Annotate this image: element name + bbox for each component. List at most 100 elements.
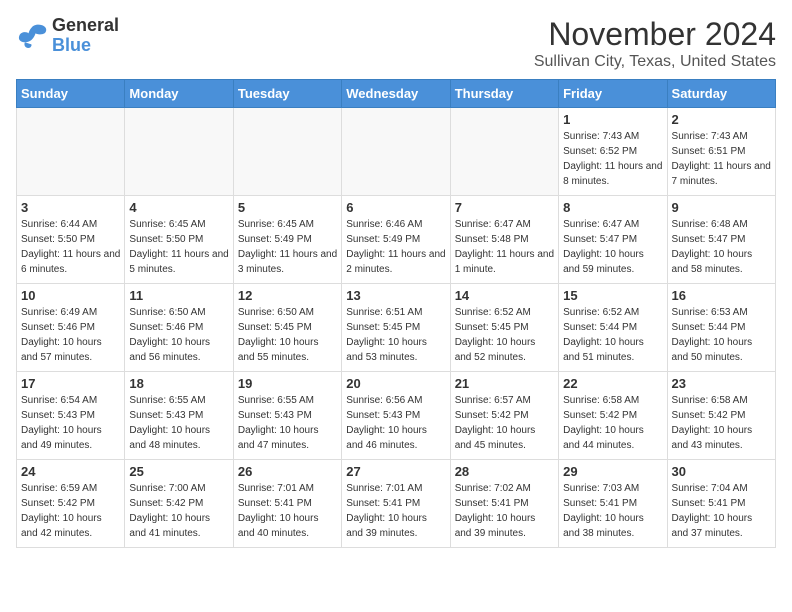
day-number: 18 (129, 376, 228, 391)
calendar-cell: 2Sunrise: 7:43 AMSunset: 6:51 PMDaylight… (667, 108, 775, 196)
calendar-cell (125, 108, 233, 196)
day-number: 1 (563, 112, 662, 127)
day-info: Sunrise: 6:46 AMSunset: 5:49 PMDaylight:… (346, 217, 445, 277)
day-info: Sunrise: 6:55 AMSunset: 5:43 PMDaylight:… (129, 393, 228, 453)
day-number: 12 (238, 288, 337, 303)
day-info: Sunrise: 6:58 AMSunset: 5:42 PMDaylight:… (563, 393, 662, 453)
day-header-sunday: Sunday (17, 80, 125, 108)
day-info: Sunrise: 6:47 AMSunset: 5:48 PMDaylight:… (455, 217, 554, 277)
location-title: Sullivan City, Texas, United States (534, 53, 776, 71)
calendar-cell: 22 Sunrise: 6:58 AMSunset: 5:42 PMDayligh… (559, 372, 667, 460)
day-number: 29 (563, 464, 662, 479)
calendar-cell: 8Sunrise: 6:47 AMSunset: 5:47 PMDaylight… (559, 196, 667, 284)
day-number: 7 (455, 200, 554, 215)
calendar-cell: 30Sunrise: 7:04 AMSunset: 5:41 PMDayligh… (667, 460, 775, 548)
day-number: 25 (129, 464, 228, 479)
calendar-cell: 3 Sunrise: 6:44 AMSunset: 5:50 PMDaylight… (17, 196, 125, 284)
day-number: 21 (455, 376, 554, 391)
day-info: Sunrise: 6:52 AMSunset: 5:44 PMDaylight:… (563, 305, 662, 365)
day-info: Sunrise: 6:50 AMSunset: 5:46 PMDaylight:… (129, 305, 228, 365)
day-info: Sunrise: 6:49 AMSunset: 5:46 PMDaylight:… (21, 305, 120, 365)
day-number: 26 (238, 464, 337, 479)
calendar-cell: 1 Sunrise: 7:43 AMSunset: 6:52 PMDaylight… (559, 108, 667, 196)
header: General Blue November 2024 Sullivan City… (16, 16, 776, 71)
calendar-table: SundayMondayTuesdayWednesdayThursdayFrid… (16, 79, 776, 548)
calendar-cell: 5Sunrise: 6:45 AMSunset: 5:49 PMDaylight… (233, 196, 341, 284)
calendar-cell: 11 Sunrise: 6:50 AMSunset: 5:46 PMDayligh… (125, 284, 233, 372)
day-number: 13 (346, 288, 445, 303)
day-info: Sunrise: 6:56 AMSunset: 5:43 PMDaylight:… (346, 393, 445, 453)
day-info: Sunrise: 6:51 AMSunset: 5:45 PMDaylight:… (346, 305, 445, 365)
day-number: 15 (563, 288, 662, 303)
title-block: November 2024 Sullivan City, Texas, Unit… (534, 16, 776, 71)
calendar-cell: 24Sunrise: 6:59 AMSunset: 5:42 PMDayligh… (17, 460, 125, 548)
day-number: 30 (672, 464, 771, 479)
calendar-week-2: 3 Sunrise: 6:44 AMSunset: 5:50 PMDaylight… (17, 196, 776, 284)
month-title: November 2024 (534, 16, 776, 53)
calendar-cell: 13 Sunrise: 6:51 AMSunset: 5:45 PMDayligh… (342, 284, 450, 372)
calendar-cell: 27 Sunrise: 7:01 AMSunset: 5:41 PMDayligh… (342, 460, 450, 548)
calendar-cell: 6 Sunrise: 6:46 AMSunset: 5:49 PMDaylight… (342, 196, 450, 284)
day-number: 4 (129, 200, 228, 215)
day-number: 5 (238, 200, 337, 215)
day-info: Sunrise: 7:01 AMSunset: 5:41 PMDaylight:… (346, 481, 445, 541)
day-number: 14 (455, 288, 554, 303)
day-number: 20 (346, 376, 445, 391)
calendar-cell: 29 Sunrise: 7:03 AMSunset: 5:41 PMDayligh… (559, 460, 667, 548)
day-number: 11 (129, 288, 228, 303)
day-header-tuesday: Tuesday (233, 80, 341, 108)
calendar-cell: 18 Sunrise: 6:55 AMSunset: 5:43 PMDayligh… (125, 372, 233, 460)
day-number: 19 (238, 376, 337, 391)
day-info: Sunrise: 6:59 AMSunset: 5:42 PMDaylight:… (21, 481, 120, 541)
day-number: 2 (672, 112, 771, 127)
day-info: Sunrise: 7:43 AMSunset: 6:52 PMDaylight:… (563, 129, 662, 189)
calendar-week-4: 17 Sunrise: 6:54 AMSunset: 5:43 PMDayligh… (17, 372, 776, 460)
day-number: 23 (672, 376, 771, 391)
day-number: 9 (672, 200, 771, 215)
calendar-cell (17, 108, 125, 196)
calendar-week-5: 24Sunrise: 6:59 AMSunset: 5:42 PMDayligh… (17, 460, 776, 548)
day-info: Sunrise: 6:55 AMSunset: 5:43 PMDaylight:… (238, 393, 337, 453)
calendar-header-row: SundayMondayTuesdayWednesdayThursdayFrid… (17, 80, 776, 108)
calendar-cell: 23 Sunrise: 6:58 AMSunset: 5:42 PMDayligh… (667, 372, 775, 460)
calendar-week-1: 1 Sunrise: 7:43 AMSunset: 6:52 PMDaylight… (17, 108, 776, 196)
day-info: Sunrise: 7:03 AMSunset: 5:41 PMDaylight:… (563, 481, 662, 541)
day-number: 27 (346, 464, 445, 479)
day-header-monday: Monday (125, 80, 233, 108)
day-number: 17 (21, 376, 120, 391)
calendar-cell: 17 Sunrise: 6:54 AMSunset: 5:43 PMDayligh… (17, 372, 125, 460)
day-info: Sunrise: 7:01 AMSunset: 5:41 PMDaylight:… (238, 481, 337, 541)
day-info: Sunrise: 6:54 AMSunset: 5:43 PMDaylight:… (21, 393, 120, 453)
day-info: Sunrise: 6:52 AMSunset: 5:45 PMDaylight:… (455, 305, 554, 365)
calendar-cell: 26 Sunrise: 7:01 AMSunset: 5:41 PMDayligh… (233, 460, 341, 548)
calendar-cell: 16Sunrise: 6:53 AMSunset: 5:44 PMDayligh… (667, 284, 775, 372)
calendar-cell: 15 Sunrise: 6:52 AMSunset: 5:44 PMDayligh… (559, 284, 667, 372)
day-number: 10 (21, 288, 120, 303)
calendar-week-3: 10 Sunrise: 6:49 AMSunset: 5:46 PMDayligh… (17, 284, 776, 372)
day-number: 3 (21, 200, 120, 215)
day-info: Sunrise: 6:48 AMSunset: 5:47 PMDaylight:… (672, 217, 771, 277)
day-number: 6 (346, 200, 445, 215)
day-number: 28 (455, 464, 554, 479)
calendar-cell: 9 Sunrise: 6:48 AMSunset: 5:47 PMDaylight… (667, 196, 775, 284)
calendar-cell: 21 Sunrise: 6:57 AMSunset: 5:42 PMDayligh… (450, 372, 558, 460)
calendar-cell: 12 Sunrise: 6:50 AMSunset: 5:45 PMDayligh… (233, 284, 341, 372)
day-info: Sunrise: 6:58 AMSunset: 5:42 PMDaylight:… (672, 393, 771, 453)
day-info: Sunrise: 6:44 AMSunset: 5:50 PMDaylight:… (21, 217, 120, 277)
day-header-friday: Friday (559, 80, 667, 108)
logo-text: General Blue (52, 16, 119, 56)
day-info: Sunrise: 7:00 AMSunset: 5:42 PMDaylight:… (129, 481, 228, 541)
day-number: 16 (672, 288, 771, 303)
calendar-cell: 20 Sunrise: 6:56 AMSunset: 5:43 PMDayligh… (342, 372, 450, 460)
calendar-cell: 25 Sunrise: 7:00 AMSunset: 5:42 PMDayligh… (125, 460, 233, 548)
logo: General Blue (16, 16, 119, 56)
day-number: 22 (563, 376, 662, 391)
day-info: Sunrise: 6:57 AMSunset: 5:42 PMDaylight:… (455, 393, 554, 453)
day-info: Sunrise: 6:47 AMSunset: 5:47 PMDaylight:… (563, 217, 662, 277)
calendar-cell (233, 108, 341, 196)
calendar-cell: 4 Sunrise: 6:45 AMSunset: 5:50 PMDaylight… (125, 196, 233, 284)
day-info: Sunrise: 7:02 AMSunset: 5:41 PMDaylight:… (455, 481, 554, 541)
day-info: Sunrise: 6:50 AMSunset: 5:45 PMDaylight:… (238, 305, 337, 365)
calendar-cell (450, 108, 558, 196)
day-info: Sunrise: 6:45 AMSunset: 5:50 PMDaylight:… (129, 217, 228, 277)
